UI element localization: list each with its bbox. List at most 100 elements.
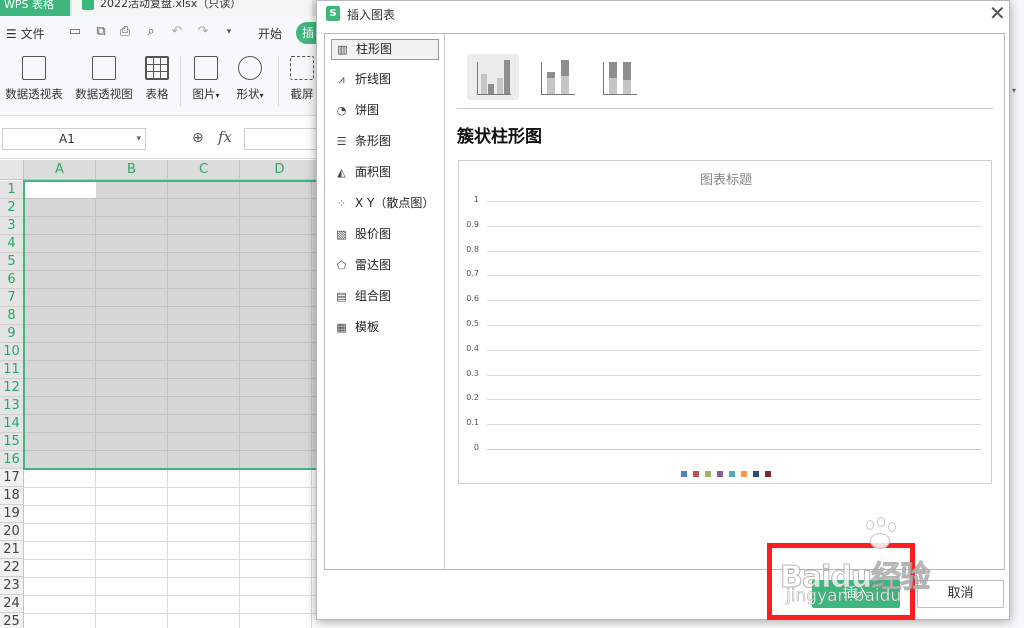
y-tick-label: 0.3 [466,368,479,378]
row-header[interactable]: 15 [0,433,24,451]
legend-swatch [681,471,687,477]
row-header[interactable]: 3 [0,217,24,235]
formula-bar: A1 ▾ ⊕ fx [0,117,320,159]
row-header[interactable]: 24 [0,595,24,613]
shape-button[interactable]: 形状▾ [232,56,268,102]
row-header[interactable]: 14 [0,415,24,433]
chart-title: 图表标题 [699,173,752,188]
customize-dropdown-icon[interactable]: ▾ [222,25,236,39]
column-header[interactable]: C [168,160,240,180]
category-stock[interactable]: ▧ 股价图 [331,225,439,246]
pie-chart-icon: ◔ [336,104,347,117]
save-icon[interactable]: ▭ [68,25,82,39]
combo-chart-icon: ▤ [336,290,347,303]
y-tick-label: 0.6 [466,294,479,304]
divider [457,108,993,109]
row-header[interactable]: 12 [0,379,24,397]
pivot-chart-label: 数据透视图 [75,87,133,101]
row-header[interactable]: 21 [0,541,24,559]
chevron-down-icon[interactable]: ▾ [136,129,141,149]
select-all-corner[interactable] [0,160,24,180]
line-chart-icon: ⩘ [338,73,345,86]
category-label: X Y（散点图） [355,196,435,210]
table-button[interactable]: 表格 [142,56,172,102]
zoom-icon[interactable]: ⊕ [192,130,204,146]
legend-swatch [753,471,759,477]
function-icon[interactable]: fx [218,128,232,146]
row-header[interactable]: 4 [0,235,24,253]
row-header[interactable]: 17 [0,469,24,487]
pivot-table-button[interactable]: 数据透视表 [2,56,66,102]
row-header[interactable]: 7 [0,289,24,307]
legend-swatch [741,471,747,477]
row-header[interactable]: 6 [0,271,24,289]
shape-label: 形状▾ [236,87,264,101]
column-header[interactable]: D [240,160,320,180]
export-icon[interactable]: ⧉ [94,25,108,39]
file-tab[interactable]: 2022活动复盘.xlsx（只读） [72,0,312,16]
row-header[interactable]: 5 [0,253,24,271]
y-tick-label: 0.7 [466,269,479,279]
row-header[interactable]: 8 [0,307,24,325]
category-label: 股价图 [355,227,392,241]
name-box[interactable]: A1 ▾ [2,128,146,150]
file-menu[interactable]: ☰ 文件 [6,25,45,42]
row-header[interactable]: 11 [0,361,24,379]
y-tick-label: 0.9 [466,219,479,229]
row-header[interactable]: 19 [0,505,24,523]
category-radar[interactable]: ⬠ 雷达图 [331,256,439,277]
pivot-chart-button[interactable]: 数据透视图 [72,56,136,102]
chevron-down-icon[interactable]: ▾ [1012,86,1016,95]
row-header[interactable]: 2 [0,199,24,217]
row-header[interactable]: 20 [0,523,24,541]
close-icon[interactable]: ✕ [989,3,1006,23]
row-header[interactable]: 18 [0,487,24,505]
row-header[interactable]: 16 [0,451,24,469]
stacked-column-icon[interactable] [531,54,583,100]
redo-icon[interactable]: ↷ [196,25,210,39]
legend-swatch [717,471,723,477]
row-header[interactable]: 22 [0,559,24,577]
baidu-paw-watermark [860,517,900,556]
category-line[interactable]: ⩘ 折线图 [331,70,439,91]
chart-subtype-gallery [465,54,645,102]
pivot-table-icon [22,56,46,80]
row-header[interactable]: 13 [0,397,24,415]
empty-cells[interactable] [24,469,320,628]
screenshot-button[interactable]: 截屏 [286,56,318,102]
column-header[interactable]: A [24,160,96,180]
category-area[interactable]: ◭ 面积图 [331,163,439,184]
category-scatter[interactable]: ⁘ X Y（散点图） [331,194,439,215]
row-header[interactable]: 23 [0,577,24,595]
formula-input[interactable] [244,128,320,150]
tab-start[interactable]: 开始 [258,25,282,42]
category-combo[interactable]: ▤ 组合图 [331,287,439,308]
print-preview-icon[interactable]: ⌕ [144,25,158,39]
baidu-watermark-sub: jingyan.baidu [786,586,902,607]
percent-stacked-column-icon[interactable] [593,54,645,100]
picture-button[interactable]: 图片▾ [188,56,224,102]
row-header[interactable]: 10 [0,343,24,361]
bar-chart-icon: ☰ [336,135,347,148]
category-column[interactable]: ▥ 柱形图 [331,39,439,60]
cancel-button[interactable]: 取消 [917,580,1004,608]
menu-bar: ☰ 文件 ▭ ⧉ ⎙ ⌕ ↶ ↷ ▾ 开始 插 [0,16,320,50]
column-header[interactable]: B [96,160,168,180]
undo-icon[interactable]: ↶ [170,25,184,39]
row-header[interactable]: 9 [0,325,24,343]
row-header[interactable]: 25 [0,613,24,628]
category-label: 条形图 [355,134,392,148]
row-header[interactable]: 1 [0,181,24,199]
category-label: 模板 [355,320,380,334]
y-tick-label: 0.4 [466,343,479,353]
spreadsheet-grid[interactable]: A B C D 1 2 3 4 5 6 7 8 9 10 11 12 13 14 15 16 17 18 19 20 2… [0,160,320,628]
stock-chart-icon: ▧ [336,228,347,241]
gridline [487,325,981,326]
print-icon[interactable]: ⎙ [118,25,132,39]
category-pie[interactable]: ◔ 饼图 [331,101,439,122]
ribbon-toolbar: 数据透视表 数据透视图 表格 图片▾ 形状▾ 截屏 [0,50,320,116]
clustered-column-icon[interactable] [467,54,519,100]
category-bar[interactable]: ☰ 条形图 [331,132,439,153]
app-tab[interactable]: WPS 表格 [0,0,70,16]
category-template[interactable]: ▦ 模板 [331,318,439,339]
